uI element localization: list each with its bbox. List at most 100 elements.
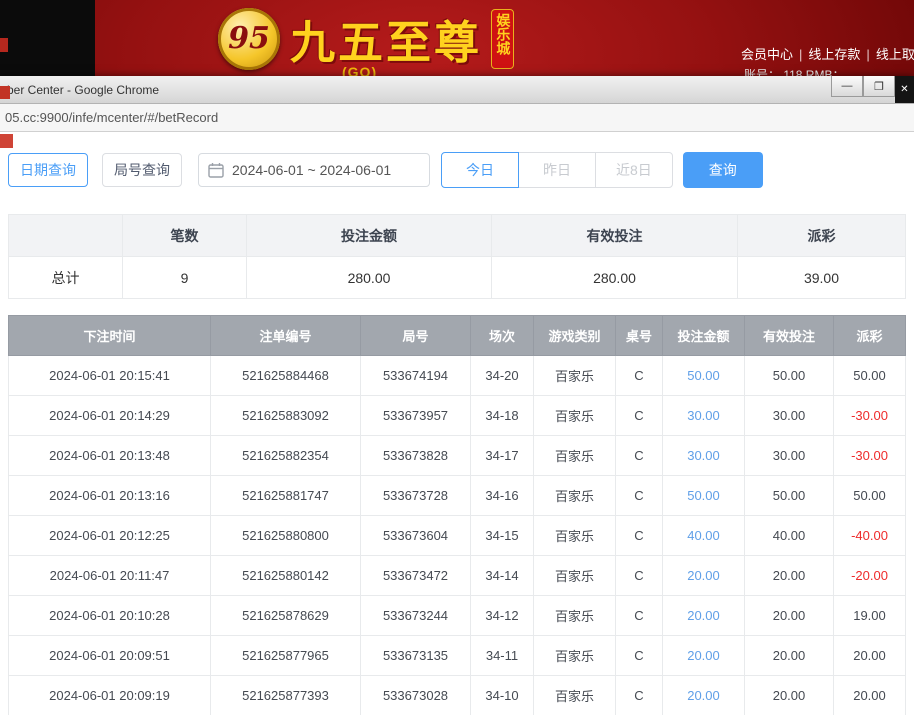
round-id: 533673135 [360, 635, 471, 676]
payout: 50.00 [833, 355, 906, 396]
last-8-days-button[interactable]: 近8日 [595, 152, 673, 188]
game-type: 百家乐 [533, 395, 616, 436]
bet-time: 2024-06-01 20:15:41 [8, 355, 211, 396]
nav-link-member-center[interactable]: 会员中心 [741, 47, 793, 62]
url-bar[interactable]: 05.cc:9900/infe/mcenter/#/betRecord [0, 104, 914, 132]
valid-bet: 40.00 [744, 515, 834, 556]
bet-amount-link[interactable]: 30.00 [687, 408, 720, 423]
bet-amount-header: 投注金额 [662, 315, 745, 356]
summary-total-row: 总计 9 280.00 280.00 39.00 [8, 256, 906, 299]
table-row: 2024-06-01 20:09:19 521625877393 5336730… [8, 675, 906, 715]
payout: -30.00 [833, 395, 906, 436]
game-type-header: 游戏类别 [533, 315, 616, 356]
account-info: 账号： 118 RMB： [744, 68, 845, 76]
nav-separator: | [866, 47, 870, 62]
bet-amount-cell: 50.00 [662, 355, 745, 396]
browser-window: ber Center - Google Chrome — ❐ ✕ 05.cc:9… [0, 76, 914, 715]
session: 34-10 [470, 675, 534, 715]
payout: -20.00 [833, 555, 906, 596]
summary-valid-bet: 280.00 [491, 256, 738, 299]
bet-time: 2024-06-01 20:14:29 [8, 395, 211, 436]
session: 34-14 [470, 555, 534, 596]
site-logo: 95 九五至尊 娱乐城 [218, 6, 515, 71]
logo-coin-icon: 95 [218, 7, 280, 70]
bet-amount-link[interactable]: 50.00 [687, 488, 720, 503]
summary-table: 笔数 投注金额 有效投注 派彩 总计 9 280.00 280.00 39.00 [8, 214, 906, 299]
summary-total-label: 总计 [8, 256, 123, 299]
bet-time: 2024-06-01 20:13:48 [8, 435, 211, 476]
game-type: 百家乐 [533, 675, 616, 715]
window-controls: — ❐ ✕ [831, 76, 914, 103]
round-query-tab[interactable]: 局号查询 [102, 153, 182, 187]
url-text: 05.cc:9900/infe/mcenter/#/betRecord [5, 110, 219, 125]
table-no: C [615, 475, 663, 516]
summary-header-blank [8, 214, 123, 257]
bet-table-body: 2024-06-01 20:15:41 521625884468 5336741… [8, 355, 906, 715]
bet-amount-link[interactable]: 30.00 [687, 448, 720, 463]
bet-time: 2024-06-01 20:11:47 [8, 555, 211, 596]
banner-nav: 会员中心 | 线上存款 | 线上取 [741, 44, 914, 63]
order-id-header: 注单编号 [210, 315, 361, 356]
order-id: 521625884468 [210, 355, 361, 396]
summary-header-row: 笔数 投注金额 有效投注 派彩 [8, 214, 906, 257]
bet-table-header-row: 下注时间 注单编号 局号 场次 游戏类别 桌号 投注金额 有效投注 派彩 [8, 315, 906, 356]
bet-time: 2024-06-01 20:12:25 [8, 515, 211, 556]
table-row: 2024-06-01 20:12:25 521625880800 5336736… [8, 515, 906, 556]
bet-amount-link[interactable]: 20.00 [687, 608, 720, 623]
maximize-button[interactable]: ❐ [863, 76, 895, 97]
summary-header-count: 笔数 [122, 214, 247, 257]
game-type: 百家乐 [533, 595, 616, 636]
summary-payout: 39.00 [737, 256, 906, 299]
table-row: 2024-06-01 20:11:47 521625880142 5336734… [8, 555, 906, 596]
table-no: C [615, 635, 663, 676]
bet-amount-cell: 40.00 [662, 515, 745, 556]
bet-amount-link[interactable]: 20.00 [687, 688, 720, 703]
bet-amount-cell: 30.00 [662, 435, 745, 476]
filter-bar: 日期查询 局号查询 2024-06-01 ~ 2024-06-01 今日 昨日 … [8, 152, 906, 188]
valid-bet: 20.00 [744, 555, 834, 596]
nav-link-withdraw[interactable]: 线上取 [876, 47, 914, 62]
valid-bet: 20.00 [744, 595, 834, 636]
payout: 20.00 [833, 635, 906, 676]
summary-header-payout: 派彩 [737, 214, 906, 257]
game-type: 百家乐 [533, 635, 616, 676]
date-query-tab[interactable]: 日期查询 [8, 153, 88, 187]
payout: -40.00 [833, 515, 906, 556]
bet-amount-cell: 20.00 [662, 675, 745, 715]
nav-link-deposit[interactable]: 线上存款 [808, 47, 860, 62]
table-row: 2024-06-01 20:10:28 521625878629 5336732… [8, 595, 906, 636]
table-row: 2024-06-01 20:14:29 521625883092 5336739… [8, 395, 906, 436]
game-type: 百家乐 [533, 435, 616, 476]
order-id: 521625882354 [210, 435, 361, 476]
session: 34-18 [470, 395, 534, 436]
bet-amount-link[interactable]: 40.00 [687, 528, 720, 543]
bet-record-table: 下注时间 注单编号 局号 场次 游戏类别 桌号 投注金额 有效投注 派彩 202… [8, 315, 906, 715]
valid-bet: 30.00 [744, 435, 834, 476]
valid-bet: 30.00 [744, 395, 834, 436]
window-title: ber Center - Google Chrome [7, 82, 160, 97]
table-no: C [615, 595, 663, 636]
yesterday-button[interactable]: 昨日 [518, 152, 596, 188]
today-button[interactable]: 今日 [441, 152, 519, 188]
table-no-header: 桌号 [615, 315, 663, 356]
minimize-button[interactable]: — [831, 76, 863, 97]
table-row: 2024-06-01 20:15:41 521625884468 5336741… [8, 355, 906, 396]
order-id: 521625880800 [210, 515, 361, 556]
search-button[interactable]: 查询 [682, 152, 763, 188]
order-id: 521625881747 [210, 475, 361, 516]
close-button[interactable]: ✕ [895, 76, 914, 103]
table-no: C [615, 555, 663, 596]
round-id: 533674194 [360, 355, 471, 396]
logo-badge: 娱乐城 [491, 8, 515, 69]
valid-bet: 20.00 [744, 675, 834, 715]
bet-amount-link[interactable]: 50.00 [687, 368, 720, 383]
bet-amount-link[interactable]: 20.00 [687, 648, 720, 663]
valid-bet: 50.00 [744, 475, 834, 516]
round-id: 533673728 [360, 475, 471, 516]
order-id: 521625877393 [210, 675, 361, 715]
round-id-header: 局号 [360, 315, 471, 356]
date-range-picker[interactable]: 2024-06-01 ~ 2024-06-01 [198, 153, 430, 187]
window-titlebar[interactable]: ber Center - Google Chrome — ❐ ✕ [0, 76, 914, 104]
bet-amount-link[interactable]: 20.00 [687, 568, 720, 583]
session-header: 场次 [470, 315, 534, 356]
